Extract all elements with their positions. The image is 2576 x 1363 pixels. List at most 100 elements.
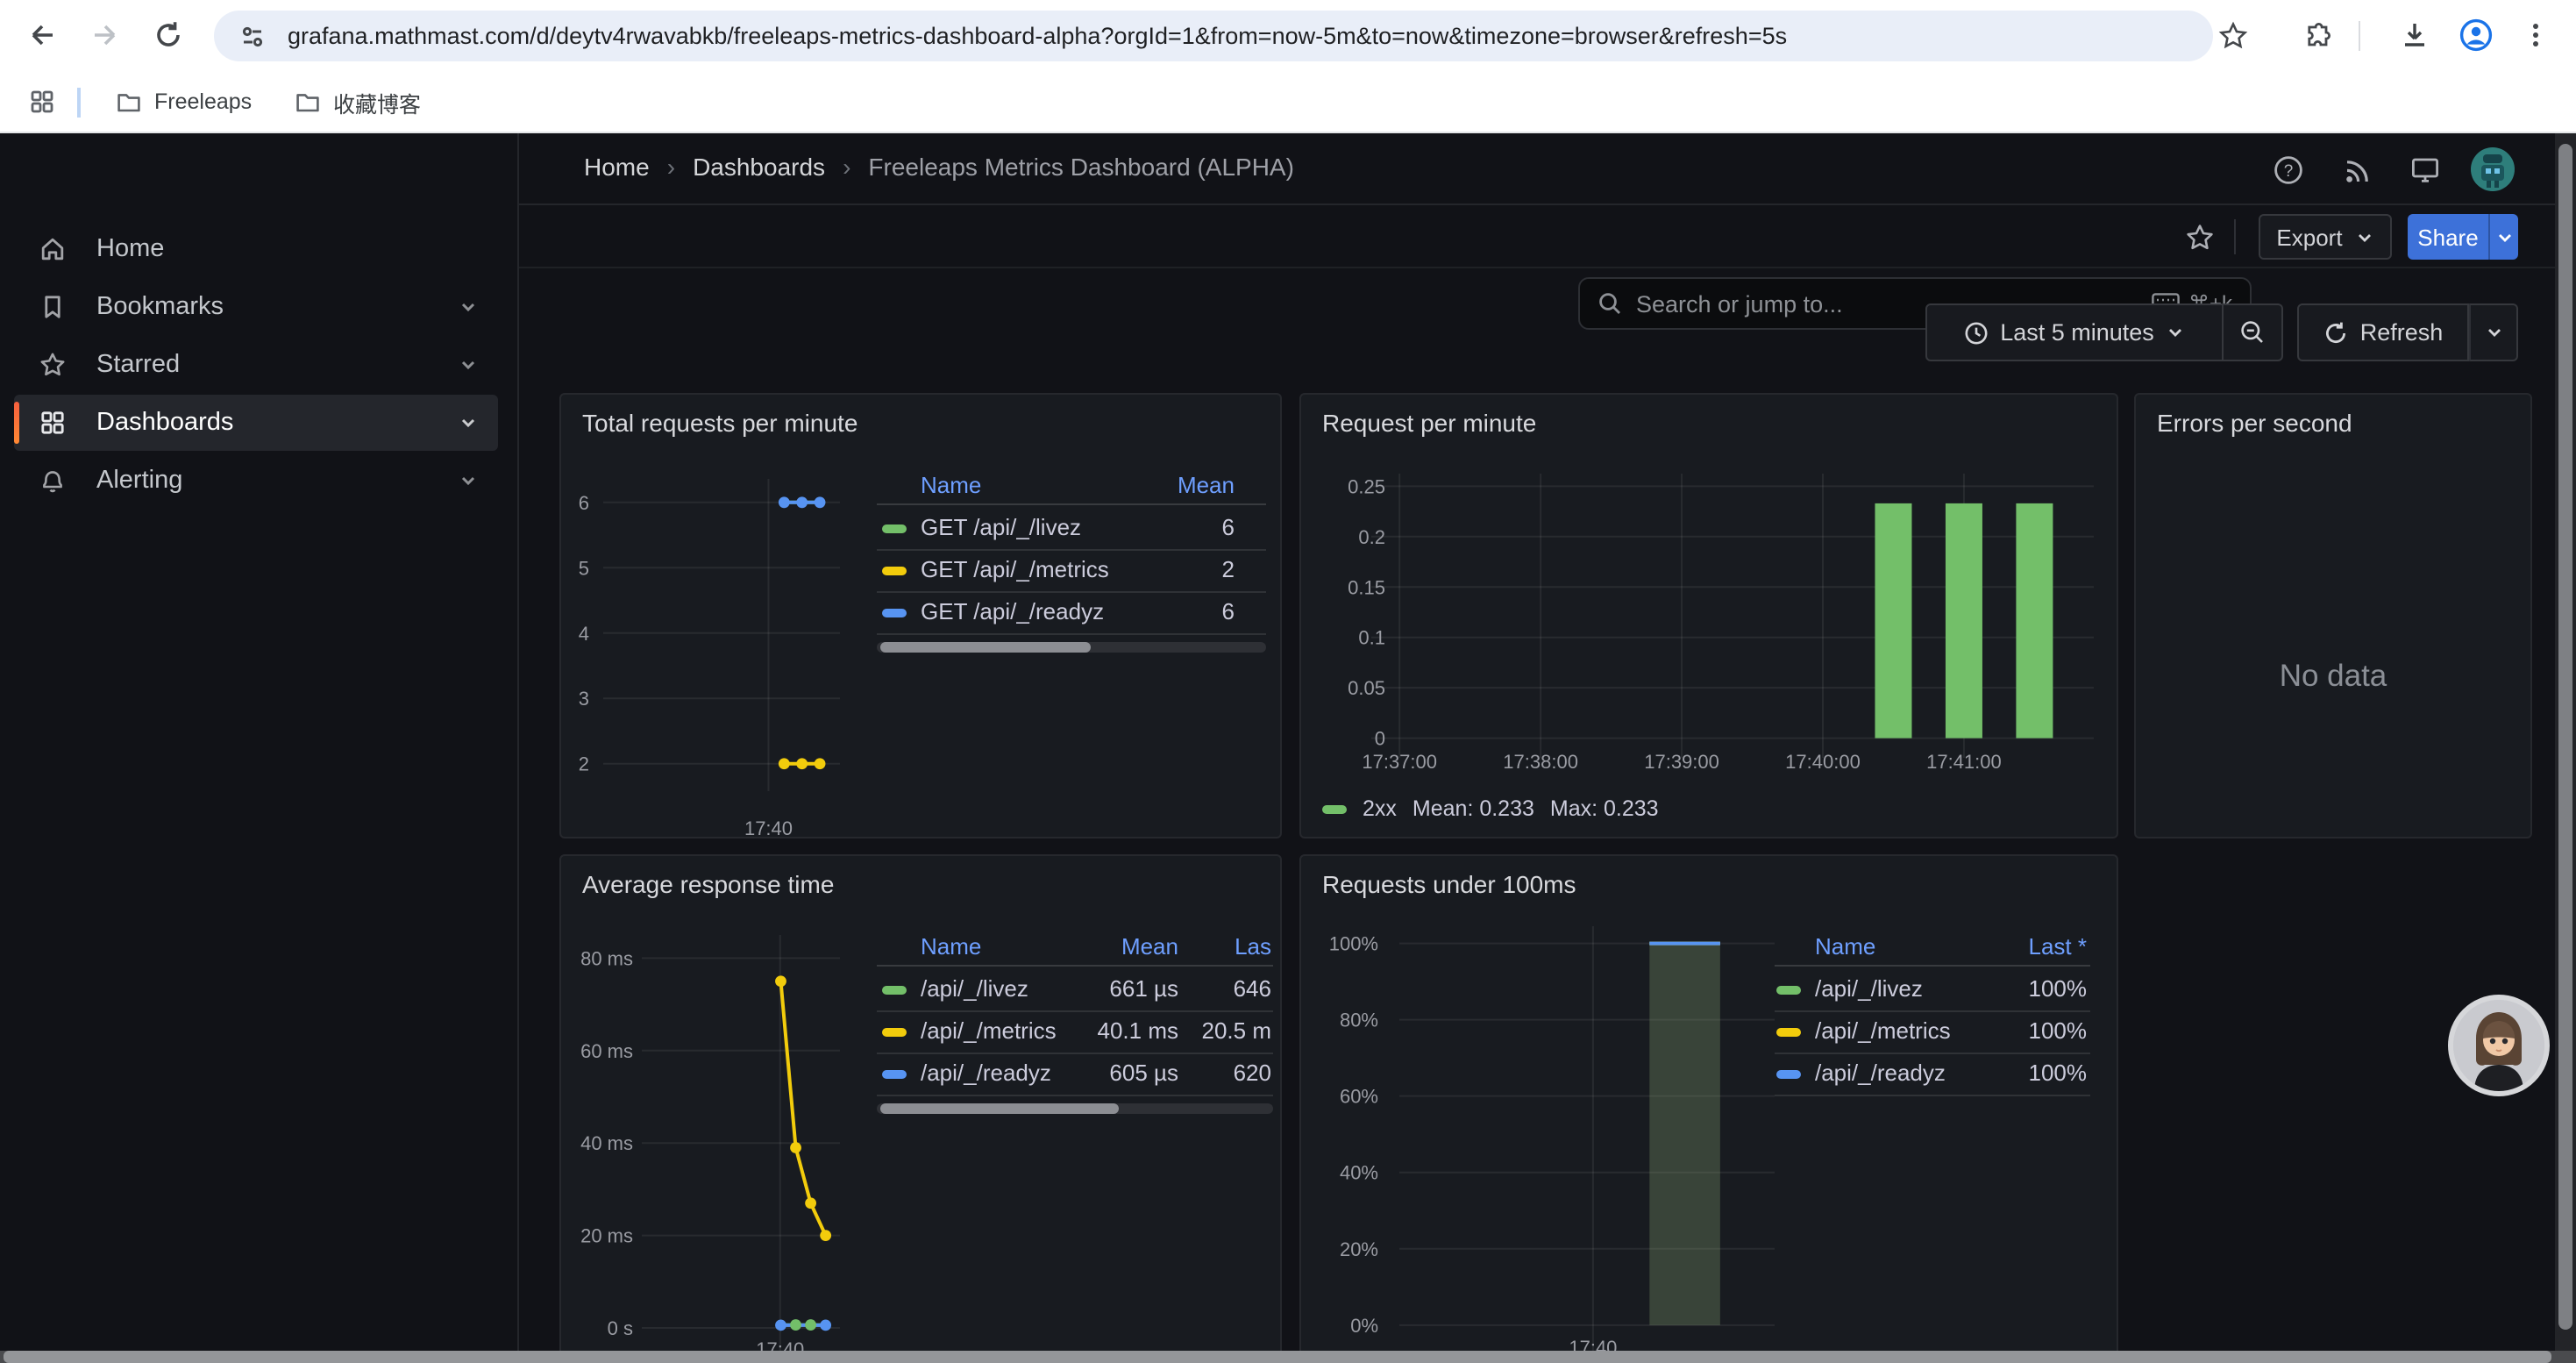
chevron-down-icon [2167,323,2186,342]
legend-scrollbar-thumb[interactable] [880,1103,1119,1114]
data-point[interactable] [820,1230,831,1241]
reload-button[interactable] [147,14,189,56]
sidebar-item-alerting[interactable]: Alerting [14,453,498,509]
time-range-picker[interactable]: Last 5 minutes [1925,303,2224,361]
panel-title[interactable]: Request per minute [1322,409,1536,437]
download-icon [2399,19,2430,51]
legend-value-mean: 2 [561,556,1235,582]
horizontal-scrollbar-thumb[interactable] [4,1351,2551,1363]
sidebar-item-starred[interactable]: Starred [14,337,498,393]
panel-title[interactable]: Average response time [582,870,834,898]
bar[interactable] [1875,503,1911,739]
panel-title[interactable]: Requests under 100ms [1322,870,1576,898]
assistant-avatar-image [2453,1000,2544,1091]
refresh-interval-button[interactable] [2469,303,2518,361]
y-tick-label: 0.2 [1358,526,1385,548]
chevron-down-icon[interactable] [456,468,480,493]
bookmark-folder-blogs[interactable]: 收藏博客 [281,81,435,123]
sidebar-item-bookmarks[interactable]: Bookmarks [14,279,498,335]
legend-value-last: 620 [561,1060,1271,1086]
bookmark-label: Freeleaps [154,89,252,114]
legend-header-underline [877,965,1273,967]
y-tick-label: 60% [1340,1086,1378,1108]
legend-value-last: 100% [1301,1060,2087,1086]
sidebar-item-home[interactable]: Home [14,221,498,277]
panel-total-requests-per-minute: Total requests per minute 6543217:40 Nam… [559,393,1282,838]
forward-icon [89,19,121,51]
legend-header[interactable]: Last * [1301,933,2087,960]
data-point[interactable] [805,1319,816,1331]
panel-title[interactable]: Errors per second [2157,409,2352,437]
export-button[interactable]: Export [2259,214,2392,260]
chevron-down-icon [2484,323,2503,342]
sidebar: Home Bookmarks Starred Dashboards Alerti [0,133,519,1363]
chevron-down-icon[interactable] [456,410,480,435]
bar[interactable] [2016,503,2053,739]
bookmark-page-button[interactable] [2211,14,2253,56]
star-icon [39,351,67,379]
panel-title[interactable]: Total requests per minute [582,409,857,437]
site-settings-icon[interactable] [238,22,267,50]
help-button[interactable]: ? [2267,149,2309,191]
data-point[interactable] [796,758,808,769]
apps-shortcut-button[interactable] [21,81,63,123]
legend-header[interactable]: Las [561,933,1271,960]
y-tick-label: 0% [1350,1315,1378,1337]
data-point[interactable] [815,496,826,508]
url-bar[interactable]: grafana.mathmast.com/d/deytv4rwavabkb/fr… [214,11,2213,61]
bookmark-folder-freeleaps[interactable]: Freeleaps [102,81,266,123]
data-point[interactable] [790,1319,801,1331]
refresh-icon [2323,320,2348,345]
star-icon [2217,20,2247,50]
news-button[interactable] [2336,149,2378,191]
share-button[interactable]: Share [2408,214,2488,260]
y-tick-label: 40 ms [580,1132,633,1154]
display-button[interactable] [2404,149,2446,191]
back-button[interactable] [21,14,63,56]
user-avatar[interactable] [2471,147,2515,191]
bookmarks-divider [77,88,81,118]
data-point[interactable] [779,758,790,769]
y-tick-label: 2 [579,753,589,775]
share-dropdown-button[interactable] [2488,214,2518,260]
legend-row-separator [1775,1053,2090,1054]
legend-scrollbar-thumb[interactable] [880,642,1091,653]
sidebar-item-dashboards[interactable]: Dashboards [14,395,498,451]
breadcrumb-dashboards[interactable]: Dashboards [693,153,825,181]
y-tick-label: 0 s [608,1317,633,1339]
forward-button[interactable] [84,14,126,56]
panel-errors-per-second: Errors per second No data [2134,393,2532,838]
favorite-dashboard-button[interactable] [2178,216,2220,258]
folder-icon [116,89,142,115]
extensions-button[interactable] [2297,14,2339,56]
data-point[interactable] [820,1319,831,1331]
refresh-button[interactable]: Refresh [2297,303,2469,361]
series-mean: Mean: 0.233 [1413,796,1534,821]
sidebar-item-label: Dashboards [96,409,456,437]
downloads-button[interactable] [2394,14,2436,56]
data-point[interactable] [815,758,826,769]
legend-row-2xx[interactable]: 2xx Mean: 0.233 Max: 0.233 [1322,796,1659,821]
x-tick-label: 17:40 [744,817,793,838]
legend-value-mean: 6 [561,598,1235,624]
bar[interactable] [1946,503,1982,739]
panel-request-per-minute: Request per minute 0.250.20.150.10.05017… [1299,393,2118,838]
legend-header[interactable]: Mean [561,472,1235,498]
chevron-down-icon[interactable] [456,295,480,319]
profile-button[interactable] [2455,14,2497,56]
no-data-message: No data [2136,658,2530,695]
browser-menu-button[interactable] [2515,14,2557,56]
breadcrumb-home[interactable]: Home [584,153,650,181]
data-point[interactable] [775,1319,786,1331]
data-point[interactable] [805,1197,816,1209]
data-point[interactable] [796,496,808,508]
vertical-scrollbar-thumb[interactable] [2558,144,2572,1330]
folder-icon [295,89,321,115]
chevron-down-icon[interactable] [456,353,480,377]
data-point[interactable] [790,1142,801,1153]
legend-value-last: 20.5 m [561,1017,1271,1044]
floating-assistant-avatar[interactable] [2448,995,2550,1096]
legend-value-last: 646 [561,975,1271,1002]
zoom-out-button[interactable] [2224,303,2283,361]
data-point[interactable] [779,496,790,508]
